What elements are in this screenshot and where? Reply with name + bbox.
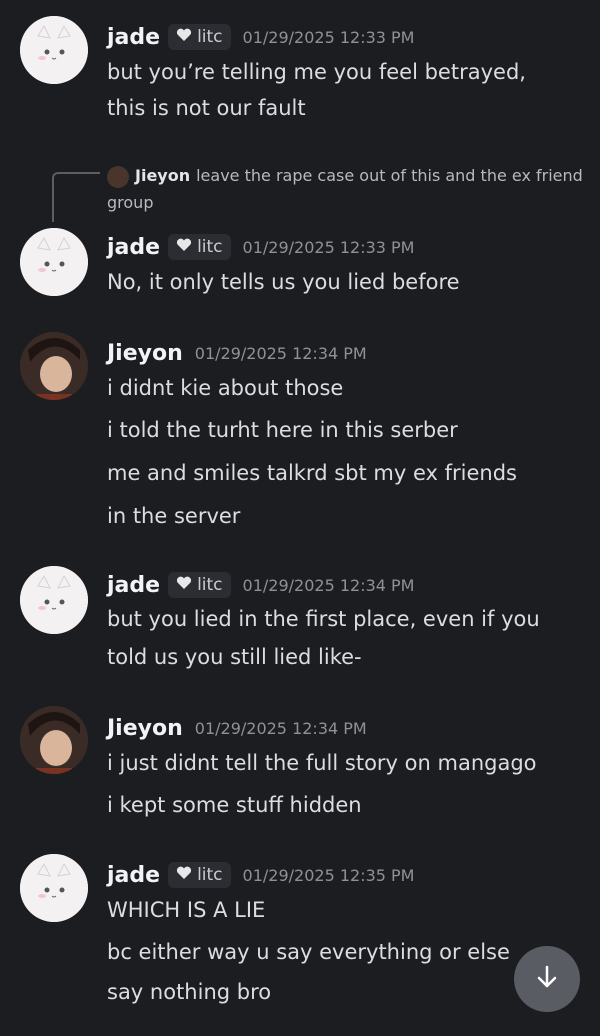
avatar-jieyon[interactable] bbox=[20, 332, 88, 400]
badge-label: litc bbox=[197, 27, 223, 47]
author-name[interactable]: jade bbox=[107, 573, 160, 598]
timestamp[interactable]: 01/29/2025 12:33 PM bbox=[243, 28, 415, 47]
message-line: i didnt kie about those bbox=[107, 376, 344, 400]
message-line: in the server bbox=[107, 504, 241, 528]
heart-icon bbox=[176, 237, 192, 257]
role-badge[interactable]: litc bbox=[168, 862, 231, 888]
badge-label: litc bbox=[197, 237, 223, 257]
message-line: WHICH IS A LIE bbox=[107, 898, 266, 922]
message-header: Jieyon 01/29/2025 12:34 PM bbox=[107, 715, 367, 741]
avatar-jieyon[interactable] bbox=[20, 706, 88, 774]
message-header: Jieyon 01/29/2025 12:34 PM bbox=[107, 340, 367, 366]
message-line: but you lied in the first place, even if… bbox=[107, 607, 540, 631]
message-header: jade litc 01/29/2025 12:33 PM bbox=[107, 234, 414, 260]
arrow-down-icon bbox=[533, 963, 561, 995]
avatar-jade[interactable] bbox=[20, 16, 88, 84]
role-badge[interactable]: litc bbox=[168, 24, 231, 50]
message-line: i kept some stuff hidden bbox=[107, 793, 362, 817]
message-line: say nothing bro bbox=[107, 980, 272, 1004]
reply-author: Jieyon bbox=[135, 166, 191, 185]
message-line: bc either way u say everything or else bbox=[107, 940, 510, 964]
timestamp[interactable]: 01/29/2025 12:34 PM bbox=[195, 719, 367, 738]
message-header: jade litc 01/29/2025 12:33 PM bbox=[107, 24, 414, 50]
author-name[interactable]: jade bbox=[107, 235, 160, 260]
message-line: i told the turht here in this serber bbox=[107, 418, 458, 442]
heart-icon bbox=[176, 575, 192, 595]
message-line: No, it only tells us you lied before bbox=[107, 270, 460, 294]
timestamp[interactable]: 01/29/2025 12:34 PM bbox=[243, 576, 415, 595]
reply-connector bbox=[52, 172, 104, 222]
timestamp[interactable]: 01/29/2025 12:33 PM bbox=[243, 238, 415, 257]
message-line: but you’re telling me you feel betrayed, bbox=[107, 60, 526, 84]
badge-label: litc bbox=[197, 575, 223, 595]
badge-label: litc bbox=[197, 865, 223, 885]
heart-icon bbox=[176, 865, 192, 885]
message-line: this is not our fault bbox=[107, 96, 306, 120]
message-line: i just didnt tell the full story on mang… bbox=[107, 751, 537, 775]
message-header: jade litc 01/29/2025 12:35 PM bbox=[107, 862, 414, 888]
message-header: jade litc 01/29/2025 12:34 PM bbox=[107, 572, 414, 598]
scroll-to-bottom-button[interactable] bbox=[514, 946, 580, 1012]
author-name[interactable]: jade bbox=[107, 863, 160, 888]
timestamp[interactable]: 01/29/2025 12:34 PM bbox=[195, 344, 367, 363]
role-badge[interactable]: litc bbox=[168, 572, 231, 598]
author-name[interactable]: jade bbox=[107, 25, 160, 50]
reply-avatar bbox=[107, 165, 129, 188]
avatar-jade[interactable] bbox=[20, 228, 88, 296]
heart-icon bbox=[176, 27, 192, 47]
timestamp[interactable]: 01/29/2025 12:35 PM bbox=[243, 866, 415, 885]
avatar-jade[interactable] bbox=[20, 854, 88, 922]
role-badge[interactable]: litc bbox=[168, 234, 231, 260]
message-line: me and smiles talkrd sbt my ex friends bbox=[107, 461, 517, 485]
message-line: told us you still lied like- bbox=[107, 645, 362, 669]
author-name[interactable]: Jieyon bbox=[107, 716, 183, 741]
avatar-jade[interactable] bbox=[20, 566, 88, 634]
author-name[interactable]: Jieyon bbox=[107, 341, 183, 366]
reply-preview[interactable]: Jieyon leave the rape case out of this an… bbox=[107, 162, 587, 216]
